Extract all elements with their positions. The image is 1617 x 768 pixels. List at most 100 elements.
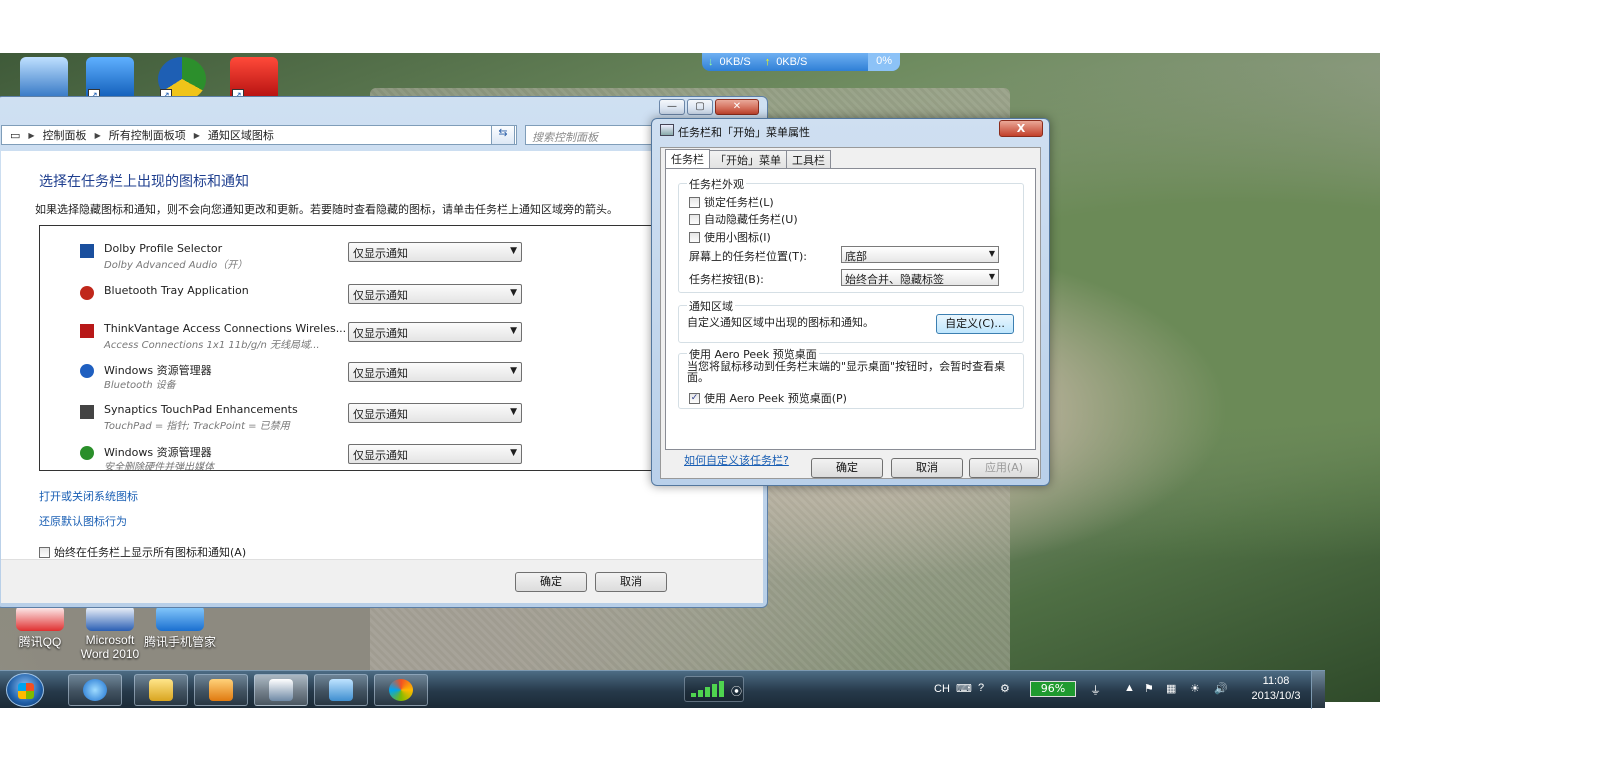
list-item: Synaptics TouchPad Enhancements TouchPad… [40, 401, 668, 437]
checkbox[interactable] [689, 213, 700, 225]
wireless-signal-widget[interactable]: ⦿ [684, 676, 744, 702]
buttons-select[interactable]: 始终合并、隐藏标签 ▼ [841, 269, 999, 286]
chevron-down-icon: ▼ [510, 366, 517, 376]
refresh-button[interactable]: ⇆ [491, 125, 515, 145]
minimize-button[interactable]: — [659, 99, 685, 115]
breadcrumb-item[interactable]: 通知区域图标 [208, 127, 274, 143]
help-link[interactable]: 如何自定义该任务栏? [684, 452, 789, 468]
cancel-button[interactable]: 取消 [595, 572, 667, 592]
control-panel-icon [329, 679, 353, 701]
taskbar-paint[interactable] [374, 674, 428, 706]
taskbar-control-panel[interactable] [314, 674, 368, 706]
item-subtitle: 安全删除硬件并弹出媒体 [104, 462, 214, 471]
location-select[interactable]: 底部 ▼ [841, 246, 999, 263]
chevron-down-icon: ▼ [988, 272, 995, 281]
keyboard-icon[interactable]: ⌨ [956, 682, 972, 695]
cancel-button[interactable]: 取消 [891, 458, 963, 478]
ok-button[interactable]: 确定 [811, 458, 883, 478]
breadcrumb-item[interactable]: 控制面板 [43, 127, 87, 143]
safely-remove-hardware-icon [80, 446, 94, 460]
taskbar-media-player[interactable] [194, 674, 248, 706]
autohide-checkbox[interactable]: 自动隐藏任务栏(U) [689, 211, 798, 227]
button-bar: 确定 取消 [1, 559, 763, 603]
input-settings-icon[interactable]: ⚙ [1000, 682, 1010, 695]
restore-defaults-link[interactable]: 还原默认图标行为 [39, 513, 127, 529]
start-button[interactable] [6, 673, 44, 707]
taskbar-explorer[interactable] [134, 674, 188, 706]
help-icon[interactable]: ? [978, 682, 984, 694]
close-button[interactable]: ✕ [715, 99, 759, 115]
always-show-label: 始终在任务栏上显示所有图标和通知(A) [54, 546, 247, 559]
volume-icon[interactable]: 🔊 [1214, 682, 1228, 695]
notify-description: 自定义通知区域中出现的图标和通知。 [687, 316, 874, 329]
ok-button[interactable]: 确定 [515, 572, 587, 592]
chevron-down-icon: ▼ [510, 288, 517, 298]
show-hidden-icons-arrow[interactable]: ▲ [1124, 682, 1135, 694]
power-plug-icon[interactable]: ⏚ [1090, 682, 1101, 698]
item-name: Synaptics TouchPad Enhancements [104, 403, 298, 416]
behavior-select[interactable]: 仅显示通知 ▼ [348, 362, 522, 382]
address-bar[interactable]: ▭ ▶ 控制面板 ▶ 所有控制面板项 ▶ 通知区域图标 ▼ [1, 125, 517, 145]
location-label: 屏幕上的任务栏位置(T): [689, 250, 808, 263]
breadcrumb-item[interactable]: 所有控制面板项 [109, 127, 186, 143]
behavior-select[interactable]: 仅显示通知 ▼ [348, 242, 522, 262]
aero-peek-checkbox[interactable]: ✓ 使用 Aero Peek 预览桌面(P) [689, 390, 847, 406]
taskbar-ie[interactable] [68, 674, 122, 706]
item-subtitle: Access Connections 1x1 11b/g/n 无线局域... [104, 340, 320, 351]
taskbar-taskbar-properties[interactable] [254, 674, 308, 706]
chevron-right-icon: ▶ [28, 130, 35, 140]
window-controls: — ▢ ✕ [659, 99, 759, 115]
upload-speed: 0KB/S [776, 56, 808, 68]
chevron-down-icon: ▼ [510, 326, 517, 336]
page-description: 如果选择隐藏图标和通知，则不会向您通知更改和更新。若要随时查看隐藏的图标，请单击… [35, 203, 618, 216]
action-center-flag-icon[interactable]: ⚑ [1144, 682, 1154, 695]
small-icons-checkbox[interactable]: 使用小图标(I) [689, 229, 771, 245]
item-subtitle: TouchPad = 指针; TrackPoint = 已禁用 [104, 421, 290, 432]
notification-icon-list[interactable]: Dolby Profile Selector Dolby Advanced Au… [39, 225, 669, 471]
network-icon[interactable]: ▦ [1166, 682, 1176, 695]
customize-button[interactable]: 自定义(C)... [936, 314, 1014, 334]
clock-date[interactable]: 2013/10/3 [1244, 690, 1308, 702]
chevron-right-icon: ▶ [94, 130, 101, 140]
apply-button[interactable]: 应用(A) [969, 458, 1039, 478]
checkbox[interactable] [39, 546, 50, 558]
checkbox[interactable]: ✓ [689, 392, 700, 404]
download-arrow-icon: ↓ [708, 56, 714, 68]
system-icons-link[interactable]: 打开或关闭系统图标 [39, 488, 138, 504]
taskbar: ⦿ CH ⌨ ? ⚙ 96% ⏚ ▲ ⚑ ▦ ☀ 🔊 11:08 2013/10… [0, 670, 1325, 709]
buttons-label: 任务栏按钮(B): [689, 273, 764, 286]
control-panel-content: 选择在任务栏上出现的图标和通知 如果选择隐藏图标和通知，则不会向您通知更改和更新… [1, 151, 763, 603]
checkbox[interactable] [689, 231, 700, 243]
show-desktop-button[interactable] [1311, 671, 1325, 709]
dialog-body: 任务栏 「开始」菜单 工具栏 任务栏外观 锁定任务栏(L) 自动隐藏任务栏(U)… [660, 147, 1041, 479]
app-shortcut-icon: ↗ [86, 57, 134, 101]
desktop-icon-qq[interactable]: 腾讯QQ [0, 605, 80, 650]
computer-small-icon: ▭ [10, 128, 21, 142]
word-icon [86, 605, 134, 631]
driver-app-icon: ↗ [230, 57, 278, 101]
item-name: Bluetooth Tray Application [104, 284, 249, 297]
desktop-icon-word[interactable]: Microsoft Word 2010 [70, 605, 150, 661]
behavior-select[interactable]: 仅显示通知 ▼ [348, 322, 522, 342]
clock-time[interactable]: 11:08 [1250, 675, 1302, 687]
tab-taskbar[interactable]: 任务栏 [665, 149, 710, 170]
peek-description: 当您将鼠标移动到任务栏末端的"显示桌面"按钮时，会暂时查看桌面。 [687, 360, 1006, 384]
battery-meter[interactable]: 96% [1030, 681, 1076, 697]
maximize-button[interactable]: ▢ [687, 99, 713, 115]
close-button[interactable]: X [999, 120, 1043, 137]
always-show-checkbox[interactable]: 始终在任务栏上显示所有图标和通知(A) [39, 544, 246, 560]
checkbox[interactable] [689, 196, 700, 208]
tab-page: 任务栏外观 锁定任务栏(L) 自动隐藏任务栏(U) 使用小图标(I) 屏幕上的任… [665, 168, 1036, 467]
download-speed: 0KB/S [719, 56, 751, 68]
shield-app-icon: ↗ [158, 57, 206, 101]
behavior-select[interactable]: 仅显示通知 ▼ [348, 403, 522, 423]
group-title: 任务栏外观 [687, 176, 746, 192]
lock-taskbar-checkbox[interactable]: 锁定任务栏(L) [689, 194, 774, 210]
language-indicator[interactable]: CH [934, 683, 950, 695]
sun-icon[interactable]: ☀ [1190, 682, 1200, 695]
search-input[interactable]: 搜索控制面板 [525, 125, 665, 145]
network-meter[interactable]: ↓ 0KB/S ↑ 0KB/S 0% [702, 53, 900, 71]
behavior-select[interactable]: 仅显示通知 ▼ [348, 444, 522, 464]
behavior-select[interactable]: 仅显示通知 ▼ [348, 284, 522, 304]
desktop-icon-phone-manager[interactable]: 腾讯手机管家 [140, 605, 220, 650]
